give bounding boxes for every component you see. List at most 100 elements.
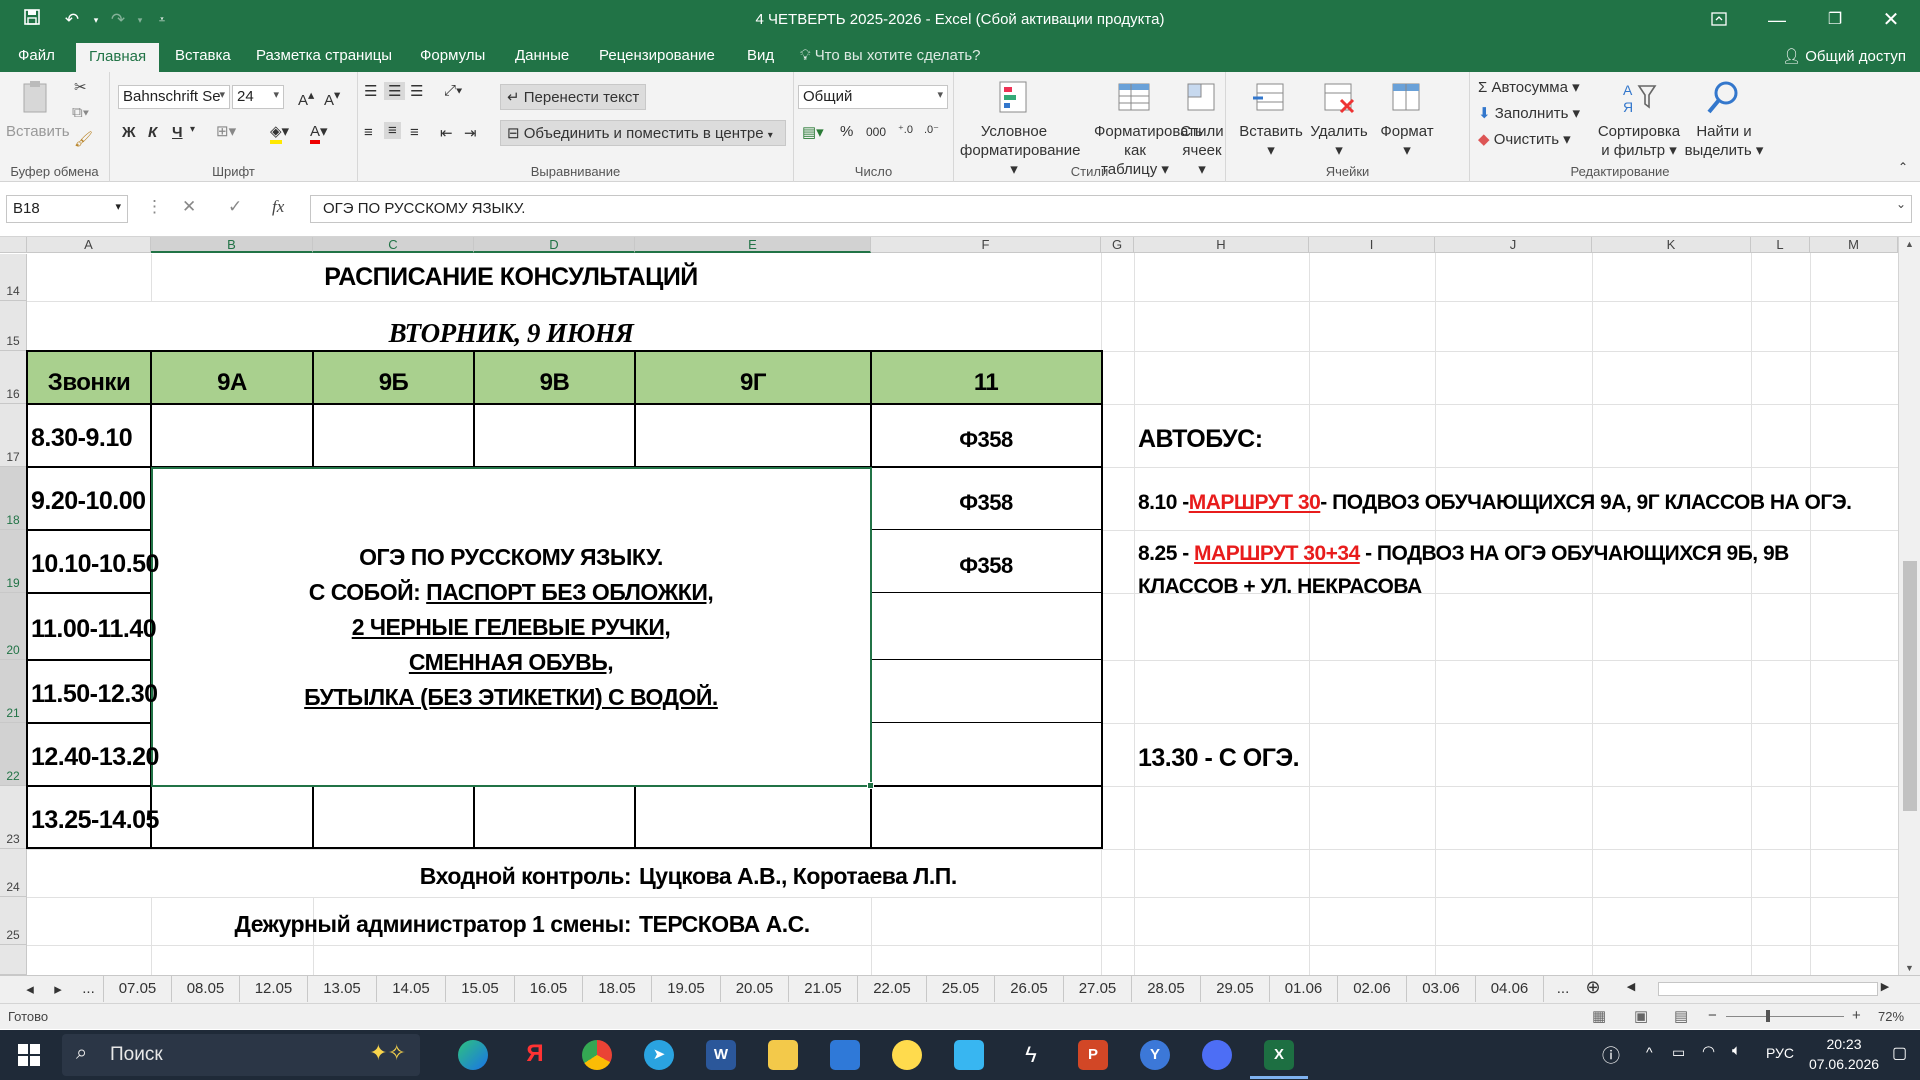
sheet-tab[interactable]: 15.05 [446,976,515,1002]
sheet-tab[interactable]: 02.06 [1338,976,1407,1002]
comma-style-button[interactable]: 000 [866,125,886,139]
row-header[interactable]: 19 [0,530,27,593]
duty-label[interactable]: Дежурный администратор 1 смены: [151,897,632,945]
time-cell[interactable]: 9.20-10.00 [31,467,146,530]
sheet-tab[interactable]: 16.05 [515,976,583,1002]
row-header[interactable]: 16 [0,351,27,404]
tab-formulas[interactable]: Формулы [420,47,485,64]
sheet-tab[interactable]: ... [74,976,104,1002]
sheet-tab[interactable]: 07.05 [104,976,172,1002]
edge-icon[interactable] [458,1040,488,1070]
insert-cells-button[interactable]: Вставить ▾ [1236,78,1306,160]
messenger-icon[interactable] [1202,1040,1232,1070]
zoom-slider-thumb[interactable] [1766,1010,1770,1022]
header-11[interactable]: 11 [871,351,1101,404]
clear-button[interactable]: ◆ Очистить ▾ [1478,130,1571,148]
row-header[interactable]: 24 [0,849,27,897]
formula-input[interactable]: ОГЭ ПО РУССКОМУ ЯЗЫКУ. [310,195,1912,223]
column-header[interactable]: B [151,237,313,253]
time-cell[interactable]: 13.25-14.05 [31,786,159,849]
language-indicator[interactable]: РУС [1766,1045,1794,1061]
time-cell[interactable]: 12.40-13.20 [31,723,159,786]
decrease-decimal-icon[interactable]: .0⁻ [924,123,939,136]
row-header[interactable]: 15 [0,301,27,351]
bold-button[interactable]: Ж [122,124,136,141]
tab-home[interactable]: Главная [76,43,160,72]
zoom-slider-track[interactable] [1726,1016,1844,1017]
battery-icon[interactable]: ▭ [1672,1044,1685,1061]
time-cell[interactable]: 11.50-12.30 [31,660,158,723]
align-middle-icon[interactable]: ☰ [384,82,406,100]
wifi-icon[interactable]: ◠ [1702,1042,1715,1060]
merge-center-button[interactable]: ⊟ Объединить и поместить в центре ▾ [500,120,786,146]
bus-title[interactable]: АВТОБУС: [1138,404,1263,467]
bus-return[interactable]: 13.30 - С ОГЭ. [1138,723,1300,786]
sheet-tab[interactable]: 22.05 [858,976,927,1002]
decrease-indent-icon[interactable]: ⇤ [440,124,453,142]
yandex-icon[interactable]: Я [520,1040,550,1070]
column-header[interactable]: F [871,237,1101,253]
yandex-music-icon[interactable] [892,1040,922,1070]
tell-me-box[interactable]: 💡︎ Что вы хотите сделать? [800,47,981,64]
expand-formula-icon[interactable]: ⌄ [1896,197,1906,211]
row-header[interactable]: 20 [0,593,27,660]
ribbon-display-icon[interactable] [1690,0,1748,40]
increase-indent-icon[interactable]: ⇥ [464,124,477,142]
name-box[interactable]: B18 [6,195,128,223]
accounting-format-icon[interactable]: ▤▾ [802,123,824,141]
sheet-tab[interactable]: 28.05 [1132,976,1201,1002]
autosum-button[interactable]: Σ Автосумма ▾ [1478,78,1580,96]
scroll-left-icon[interactable]: ◀ [1620,976,1642,1002]
prev-sheet-icon[interactable]: ◂ [20,976,40,1002]
column-header[interactable]: L [1751,237,1810,253]
time-cell[interactable]: 10.10-10.50 [31,530,159,593]
fill-handle[interactable] [867,782,874,789]
taskbar-search[interactable]: ⌕ Поиск ✦✧ [62,1034,420,1076]
tab-view[interactable]: Вид [747,47,774,64]
scroll-up-icon[interactable]: ▲ [1905,239,1914,249]
duty-value[interactable]: ТЕРСКОВА А.С. [639,897,810,945]
yandex-browser-icon[interactable]: Y [1140,1040,1170,1070]
scroll-right-icon[interactable]: ▶ [1874,976,1896,1002]
fill-color-icon[interactable]: ◈▾ [270,122,289,144]
italic-button[interactable]: К [148,124,157,141]
sheet-tab[interactable]: 08.05 [172,976,240,1002]
chat-icon[interactable] [954,1040,984,1070]
column-header[interactable]: I [1309,237,1435,253]
column-header[interactable]: J [1435,237,1592,253]
page-layout-view-icon[interactable]: ▣ [1634,1007,1648,1025]
sheet-tab[interactable]: 13.05 [308,976,377,1002]
sheet-tab[interactable]: 03.06 [1407,976,1476,1002]
vertical-scrollbar[interactable]: ▲ ▼ [1898,237,1920,975]
sheet-tab[interactable]: 27.05 [1064,976,1132,1002]
column-header[interactable]: K [1592,237,1751,253]
schedule-title[interactable]: РАСПИСАНИЕ КОНСУЛЬТАЦИЙ [151,254,871,301]
sheet-tab[interactable]: 01.06 [1270,976,1338,1002]
sheet-tab[interactable]: 14.05 [377,976,446,1002]
time-cell[interactable]: 8.30-9.10 [31,404,133,467]
sort-filter-button[interactable]: АЯ Сортировка и фильтр ▾ [1594,78,1684,160]
zoom-level[interactable]: 72% [1878,1009,1904,1024]
tray-expand-icon[interactable]: ^ [1646,1044,1653,1060]
copy-icon[interactable]: ⧉▾ [72,104,89,121]
column-header[interactable]: D [474,237,635,253]
enter-icon[interactable]: ✓ [228,197,242,217]
exam-merged-cell[interactable]: ОГЭ ПО РУССКОМУ ЯЗЫКУ. С СОБОЙ: ПАСПОРТ … [151,540,871,715]
zoom-out-icon[interactable]: − [1708,1007,1717,1024]
row-header[interactable]: 14 [0,254,27,301]
share-button[interactable]: 👤︎ Общий доступ [1782,47,1906,65]
app-icon[interactable]: ϟ [1016,1040,1046,1070]
tab-insert[interactable]: Вставка [175,47,231,64]
header-9a[interactable]: 9А [151,351,313,404]
control-label[interactable]: Входной контроль: [313,849,632,897]
column-header[interactable]: C [313,237,474,253]
telegram-icon[interactable]: ➤ [644,1040,674,1070]
cut-icon[interactable]: ✂ [74,78,87,96]
tab-page-layout[interactable]: Разметка страницы [256,47,392,64]
sheet-tab[interactable]: ... [1544,976,1582,1002]
underline-button[interactable]: Ч [172,124,183,141]
column-header[interactable]: A [27,237,151,253]
font-color-icon[interactable]: A▾ [310,122,328,144]
notifications-icon[interactable]: ▢ [1892,1043,1907,1063]
format-cells-button[interactable]: Формат ▾ [1376,78,1438,160]
